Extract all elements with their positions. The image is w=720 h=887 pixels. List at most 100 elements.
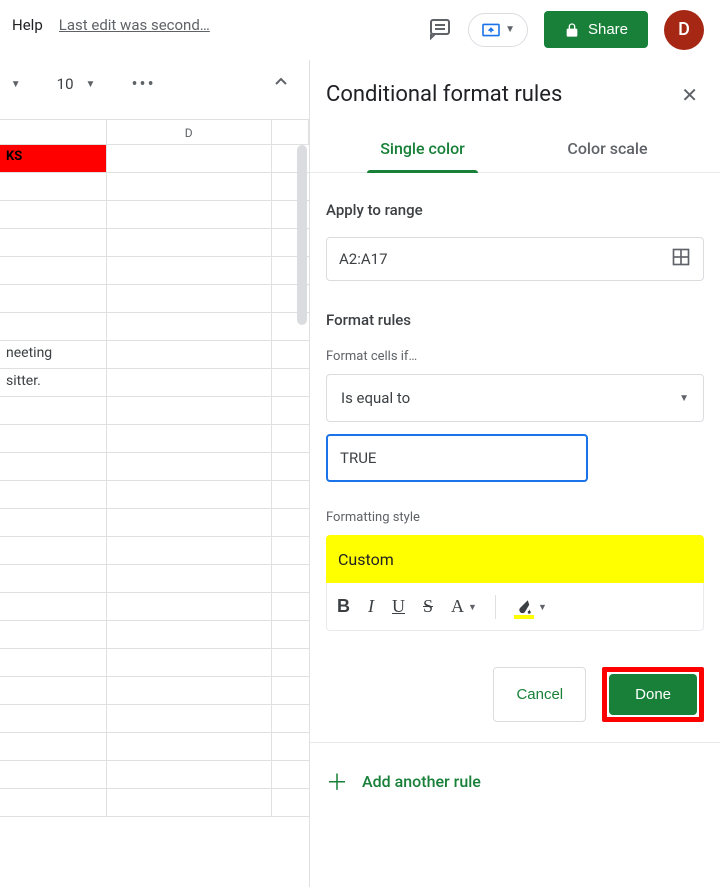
table-row[interactable] bbox=[0, 453, 309, 481]
cell[interactable] bbox=[107, 621, 272, 648]
table-row[interactable] bbox=[0, 565, 309, 593]
font-family-dropdown[interactable]: ri… ▼ bbox=[0, 75, 21, 93]
cell[interactable] bbox=[107, 705, 272, 732]
strikethrough-button[interactable]: S bbox=[423, 596, 433, 617]
close-icon[interactable]: ✕ bbox=[681, 83, 698, 107]
scrollbar-thumb[interactable] bbox=[297, 145, 307, 325]
cell[interactable] bbox=[107, 201, 272, 228]
italic-button[interactable]: I bbox=[368, 596, 374, 617]
cell[interactable] bbox=[272, 705, 309, 732]
cell[interactable] bbox=[272, 509, 309, 536]
table-row[interactable] bbox=[0, 621, 309, 649]
cell[interactable] bbox=[0, 285, 107, 312]
column-header[interactable]: D bbox=[107, 119, 272, 144]
present-button[interactable]: ▼ bbox=[468, 13, 528, 47]
cell[interactable] bbox=[0, 453, 107, 480]
cell[interactable] bbox=[107, 649, 272, 676]
cell[interactable] bbox=[107, 453, 272, 480]
table-row[interactable] bbox=[0, 789, 309, 817]
cell[interactable] bbox=[107, 313, 272, 340]
cell[interactable] bbox=[272, 453, 309, 480]
font-size-dropdown[interactable]: 10 ▼ bbox=[57, 75, 96, 93]
table-row[interactable] bbox=[0, 537, 309, 565]
table-row[interactable]: KS bbox=[0, 145, 309, 173]
cell[interactable] bbox=[107, 397, 272, 424]
range-input[interactable]: A2:A17 bbox=[326, 237, 704, 281]
cell[interactable]: neeting bbox=[0, 341, 107, 368]
table-row[interactable]: sitter. bbox=[0, 369, 309, 397]
cell[interactable] bbox=[107, 229, 272, 256]
table-row[interactable] bbox=[0, 733, 309, 761]
cell[interactable] bbox=[272, 341, 309, 368]
cell[interactable] bbox=[0, 229, 107, 256]
cell[interactable] bbox=[0, 397, 107, 424]
table-row[interactable] bbox=[0, 649, 309, 677]
cell[interactable] bbox=[272, 481, 309, 508]
cell[interactable] bbox=[0, 509, 107, 536]
table-row[interactable] bbox=[0, 285, 309, 313]
cell[interactable] bbox=[0, 565, 107, 592]
column-header[interactable] bbox=[272, 119, 309, 144]
cell[interactable] bbox=[272, 621, 309, 648]
cell[interactable] bbox=[107, 593, 272, 620]
underline-button[interactable]: U bbox=[392, 596, 405, 617]
table-row[interactable] bbox=[0, 761, 309, 789]
cell[interactable] bbox=[0, 761, 107, 788]
comment-history-icon[interactable] bbox=[428, 16, 452, 44]
condition-value-input[interactable]: TRUE bbox=[326, 434, 588, 482]
collapse-toolbar-icon[interactable] bbox=[273, 74, 289, 94]
cell[interactable] bbox=[272, 789, 309, 816]
more-toolbar-icon[interactable]: ••• bbox=[131, 74, 155, 95]
tab-single-color[interactable]: Single color bbox=[330, 125, 515, 172]
cell[interactable] bbox=[107, 565, 272, 592]
cell[interactable] bbox=[107, 173, 272, 200]
cell[interactable]: KS bbox=[0, 145, 107, 172]
table-row[interactable] bbox=[0, 173, 309, 201]
done-button[interactable]: Done bbox=[609, 674, 697, 715]
last-edit-link[interactable]: Last edit was second… bbox=[59, 16, 210, 34]
table-row[interactable] bbox=[0, 397, 309, 425]
table-row[interactable] bbox=[0, 229, 309, 257]
share-button[interactable]: Share bbox=[544, 11, 648, 48]
bold-button[interactable]: B bbox=[337, 596, 350, 617]
cell[interactable] bbox=[107, 509, 272, 536]
cell[interactable] bbox=[0, 705, 107, 732]
cell[interactable] bbox=[0, 425, 107, 452]
cell[interactable] bbox=[0, 677, 107, 704]
cell[interactable] bbox=[0, 649, 107, 676]
cell[interactable] bbox=[0, 313, 107, 340]
cell[interactable] bbox=[0, 621, 107, 648]
cell[interactable] bbox=[107, 145, 272, 172]
select-range-icon[interactable] bbox=[671, 247, 691, 271]
cell[interactable] bbox=[107, 789, 272, 816]
style-preview[interactable]: Custom bbox=[326, 535, 704, 583]
cell[interactable] bbox=[0, 173, 107, 200]
table-row[interactable] bbox=[0, 593, 309, 621]
cell[interactable] bbox=[272, 369, 309, 396]
cell[interactable] bbox=[107, 369, 272, 396]
cell[interactable] bbox=[107, 257, 272, 284]
table-row[interactable] bbox=[0, 677, 309, 705]
cell[interactable] bbox=[107, 537, 272, 564]
table-row[interactable] bbox=[0, 425, 309, 453]
spreadsheet-area[interactable]: ri… ▼ 10 ▼ ••• D KS neetingsitter. bbox=[0, 60, 310, 887]
cell[interactable] bbox=[272, 761, 309, 788]
table-row[interactable] bbox=[0, 509, 309, 537]
cell[interactable] bbox=[107, 761, 272, 788]
cell[interactable] bbox=[0, 593, 107, 620]
cell[interactable] bbox=[0, 537, 107, 564]
menu-help[interactable]: Help bbox=[12, 16, 43, 34]
cancel-button[interactable]: Cancel bbox=[493, 667, 586, 722]
account-avatar[interactable]: D bbox=[664, 10, 704, 50]
cell[interactable] bbox=[272, 649, 309, 676]
cell[interactable] bbox=[107, 425, 272, 452]
table-row[interactable]: neeting bbox=[0, 341, 309, 369]
table-row[interactable] bbox=[0, 481, 309, 509]
cell[interactable] bbox=[272, 733, 309, 760]
cell[interactable] bbox=[272, 425, 309, 452]
cell[interactable]: sitter. bbox=[0, 369, 107, 396]
cell[interactable] bbox=[0, 733, 107, 760]
cell[interactable] bbox=[107, 733, 272, 760]
cell[interactable] bbox=[0, 481, 107, 508]
fill-color-button[interactable]: ▼ bbox=[514, 598, 547, 616]
